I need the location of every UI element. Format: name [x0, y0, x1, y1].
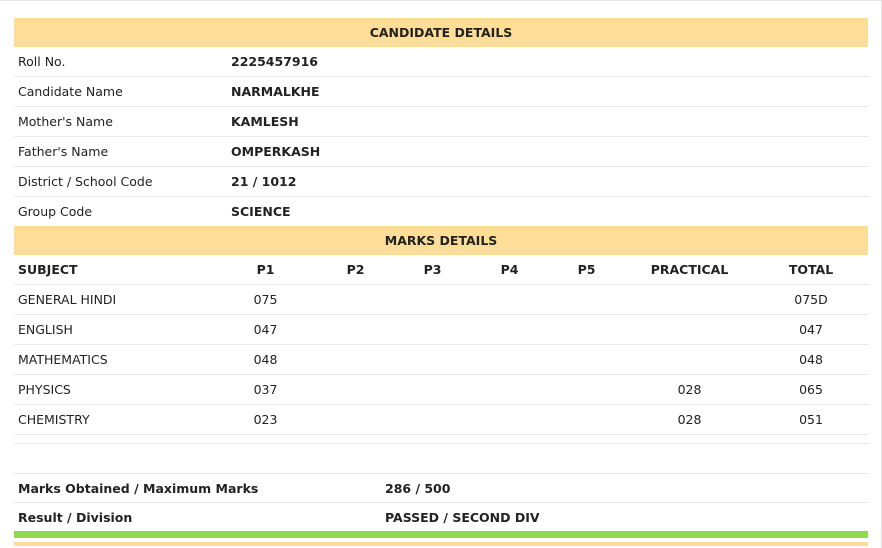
- spacer-row: [14, 443, 869, 474]
- result-status-bar: [14, 531, 868, 538]
- detail-label: District / School Code: [14, 166, 227, 197]
- total-cell: 065: [754, 374, 869, 405]
- p1-cell: 023: [214, 404, 317, 435]
- marks-details-table: MARKS DETAILS SUBJECT P1 P2 P3 P4 P5 PRA…: [14, 226, 869, 474]
- column-header-p3: P3: [394, 255, 471, 285]
- summary-row-marks: Marks Obtained / Maximum Marks 286 / 500: [14, 474, 868, 503]
- p1-cell: 037: [214, 374, 317, 405]
- table-row: MATHEMATICS 048 048: [14, 344, 869, 375]
- p4-cell: [471, 344, 548, 375]
- spacer-row: [14, 434, 869, 444]
- practical-cell: [625, 314, 754, 345]
- detail-label: Mother's Name: [14, 106, 227, 137]
- detail-label: Candidate Name: [14, 76, 227, 107]
- detail-label: Roll No.: [14, 47, 227, 77]
- candidate-details-heading: CANDIDATE DETAILS: [14, 18, 869, 47]
- column-header-practical: PRACTICAL: [625, 255, 754, 285]
- practical-cell: 028: [625, 404, 754, 435]
- total-cell: 047: [754, 314, 869, 345]
- p3-cell: [394, 284, 471, 315]
- marks-details-heading: MARKS DETAILS: [14, 226, 869, 255]
- p2-cell: [317, 344, 394, 375]
- p1-cell: 047: [214, 314, 317, 345]
- summary-value: 286 / 500: [381, 474, 868, 503]
- bottom-accent-bar: [14, 542, 868, 546]
- detail-row-mothers-name: Mother's Name KAMLESH: [14, 106, 869, 137]
- p4-cell: [471, 404, 548, 435]
- detail-value: KAMLESH: [227, 106, 869, 137]
- p4-cell: [471, 374, 548, 405]
- table-row: GENERAL HINDI 075 075D: [14, 284, 869, 315]
- p5-cell: [548, 374, 625, 405]
- p1-cell: 048: [214, 344, 317, 375]
- p3-cell: [394, 314, 471, 345]
- detail-label: Father's Name: [14, 136, 227, 167]
- detail-row-fathers-name: Father's Name OMPERKASH: [14, 136, 869, 167]
- total-cell: 051: [754, 404, 869, 435]
- practical-cell: [625, 344, 754, 375]
- summary-row-result: Result / Division PASSED / SECOND DIV: [14, 503, 868, 532]
- p5-cell: [548, 314, 625, 345]
- p2-cell: [317, 284, 394, 315]
- subject-cell: CHEMISTRY: [14, 404, 214, 435]
- p5-cell: [548, 404, 625, 435]
- p2-cell: [317, 314, 394, 345]
- column-header-total: TOTAL: [754, 255, 869, 285]
- candidate-details-table: CANDIDATE DETAILS Roll No. 2225457916 Ca…: [14, 18, 869, 227]
- result-container: CANDIDATE DETAILS Roll No. 2225457916 Ca…: [14, 18, 869, 546]
- column-header-subject: SUBJECT: [14, 255, 214, 285]
- total-cell: 048: [754, 344, 869, 375]
- p4-cell: [471, 314, 548, 345]
- p2-cell: [317, 374, 394, 405]
- total-cell: 075D: [754, 284, 869, 315]
- subject-cell: GENERAL HINDI: [14, 284, 214, 315]
- practical-cell: 028: [625, 374, 754, 405]
- detail-label: Group Code: [18, 204, 93, 219]
- column-header-p1: P1: [214, 255, 317, 285]
- detail-row-candidate-name: Candidate Name NARMALKHE: [14, 76, 869, 107]
- p5-cell: [548, 284, 625, 315]
- summary-label: Marks Obtained / Maximum Marks: [14, 474, 381, 503]
- result-page: CANDIDATE DETAILS Roll No. 2225457916 Ca…: [0, 0, 882, 548]
- subject-cell: ENGLISH: [14, 314, 214, 345]
- detail-value: 2225457916: [227, 47, 869, 77]
- table-row: CHEMISTRY 023 028 051: [14, 404, 869, 435]
- p3-cell: [394, 404, 471, 435]
- p3-cell: [394, 344, 471, 375]
- marks-header-row: SUBJECT P1 P2 P3 P4 P5 PRACTICAL TOTAL: [14, 255, 869, 285]
- table-row: ENGLISH 047 047: [14, 314, 869, 345]
- p1-cell: 075: [214, 284, 317, 315]
- detail-row-district-school-code: District / School Code 21 / 1012: [14, 166, 869, 197]
- summary-table: Marks Obtained / Maximum Marks 286 / 500…: [14, 474, 868, 531]
- column-header-p4: P4: [471, 255, 548, 285]
- column-header-p5: P5: [548, 255, 625, 285]
- column-header-p2: P2: [317, 255, 394, 285]
- summary-value: PASSED / SECOND DIV: [385, 509, 540, 525]
- detail-value: OMPERKASH: [227, 136, 869, 167]
- detail-value: SCIENCE: [231, 204, 291, 219]
- p5-cell: [548, 344, 625, 375]
- p3-cell: [394, 374, 471, 405]
- detail-value: NARMALKHE: [227, 76, 869, 107]
- detail-value: 21 / 1012: [227, 166, 869, 197]
- subject-cell: MATHEMATICS: [14, 344, 214, 375]
- table-row: PHYSICS 037 028 065: [14, 374, 869, 405]
- summary-label: Result / Division: [18, 509, 133, 525]
- practical-cell: [625, 284, 754, 315]
- detail-row-roll-no: Roll No. 2225457916: [14, 47, 869, 77]
- p2-cell: [317, 404, 394, 435]
- detail-row-group-code: Group Code SCIENCE: [14, 197, 868, 227]
- p4-cell: [471, 284, 548, 315]
- subject-cell: PHYSICS: [14, 374, 214, 405]
